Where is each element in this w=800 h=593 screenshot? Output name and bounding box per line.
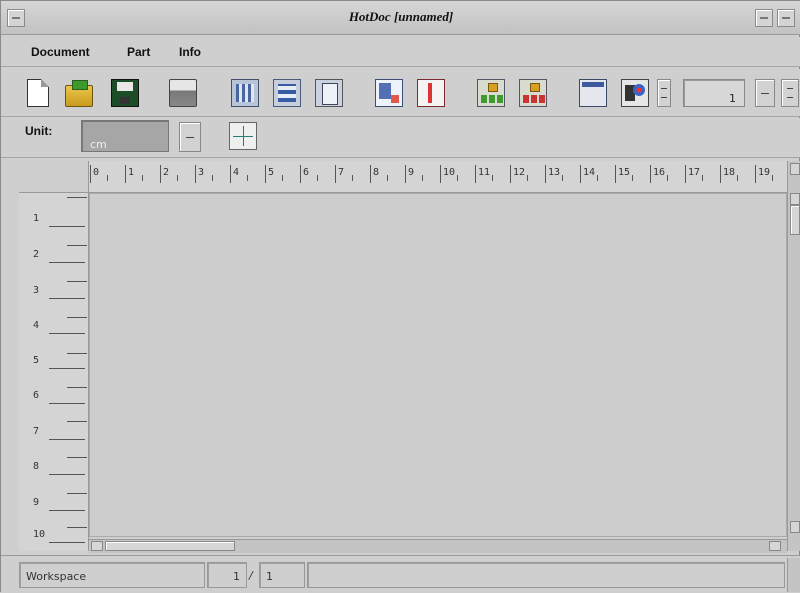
app-window: HotDoc [unnamed] Document Part Info 1 Un… — [0, 0, 800, 593]
ruler-corner — [19, 161, 89, 193]
status-page-current: 1 — [207, 562, 247, 588]
scroll-up-arrow-icon[interactable] — [790, 163, 800, 175]
ruler-tick: 8 — [369, 165, 389, 183]
unit-row: Unit: cm — [1, 118, 800, 158]
menu-document[interactable]: Document — [31, 45, 90, 59]
ruler-tick: 2 — [159, 165, 179, 183]
cut-icon[interactable] — [231, 79, 259, 107]
status-resize-grip[interactable] — [787, 558, 800, 592]
ruler-tick: 14 — [579, 165, 599, 183]
new-document-icon[interactable] — [27, 79, 49, 107]
unit-dropdown-button[interactable] — [179, 122, 201, 152]
copy-icon[interactable] — [273, 79, 301, 107]
print-icon[interactable] — [169, 79, 197, 107]
hierarchy-remove-icon[interactable] — [519, 79, 547, 107]
document-canvas[interactable] — [89, 193, 787, 537]
unit-select[interactable]: cm — [81, 120, 169, 152]
scroll-right-arrow-icon[interactable] — [769, 541, 781, 551]
menu-info[interactable]: Info — [179, 45, 201, 59]
save-disk-icon[interactable] — [111, 79, 139, 107]
toolbar: 1 — [1, 69, 800, 117]
vertical-scroll-thumb[interactable] — [790, 205, 800, 235]
menu-part[interactable]: Part — [127, 45, 150, 59]
horizontal-scrollbar[interactable] — [89, 539, 787, 553]
status-page-total: 1 — [259, 562, 305, 588]
ruler-tick: 10 — [439, 165, 459, 183]
scroll-left-arrow-icon[interactable] — [91, 541, 103, 551]
ruler-tick: 13 — [544, 165, 564, 183]
open-folder-icon[interactable] — [65, 80, 93, 107]
window-icon[interactable] — [579, 79, 607, 107]
vertical-ruler: 1 2 3 4 5 6 7 8 9 10 — [19, 193, 89, 551]
ruler-tick: 10 — [33, 529, 86, 543]
status-message — [307, 562, 785, 588]
ruler-tick: 4 — [33, 320, 86, 334]
ruler-tick: 7 — [33, 426, 86, 440]
minimize-button[interactable] — [755, 9, 773, 27]
ruler-tick: 1 — [124, 165, 144, 183]
page-number-field[interactable]: 1 — [683, 79, 745, 107]
title-bar[interactable]: HotDoc [unnamed] — [1, 1, 800, 35]
ruler-tick: 18 — [719, 165, 739, 183]
ruler-tick: 3 — [194, 165, 214, 183]
page-prev-button[interactable] — [755, 79, 775, 107]
ruler-tick: 15 — [614, 165, 634, 183]
ruler-tick: 16 — [649, 165, 669, 183]
ruler-tick: 6 — [299, 165, 319, 183]
page-next-stepper[interactable] — [781, 79, 799, 107]
window-title: HotDoc [unnamed] — [348, 9, 454, 24]
ruler-tick: 12 — [509, 165, 529, 183]
ruler-tick: 3 — [33, 285, 86, 299]
ruler-tick: 17 — [684, 165, 704, 183]
delete-part-icon[interactable] — [417, 79, 445, 107]
insert-part-icon[interactable] — [375, 79, 403, 107]
ruler-tick: 1 — [33, 213, 86, 227]
vertical-scrollbar[interactable] — [787, 161, 800, 551]
menu-bar: Document Part Info — [1, 37, 800, 67]
ruler-tick: 5 — [264, 165, 284, 183]
ruler-tick: 19 — [754, 165, 774, 183]
status-page-separator: / — [249, 569, 253, 582]
move-crosshair-icon[interactable] — [229, 122, 257, 150]
horizontal-ruler: 0 1 2 3 4 5 6 7 8 9 10 11 12 13 14 15 16… — [89, 161, 791, 193]
scroll-down-arrow-icon[interactable] — [790, 521, 800, 533]
horizontal-scroll-thumb[interactable] — [105, 541, 235, 551]
ruler-tick: 2 — [33, 249, 86, 263]
ruler-tick: 4 — [229, 165, 249, 183]
hierarchy-icon[interactable] — [477, 79, 505, 107]
unit-label: Unit: — [25, 124, 53, 138]
scroll-up-icon[interactable] — [790, 193, 800, 205]
ruler-tick: 0 — [89, 165, 109, 183]
ruler-tick: 11 — [474, 165, 494, 183]
properties-icon[interactable] — [621, 79, 649, 107]
ruler-tick: 8 — [33, 461, 86, 475]
ruler-tick: 5 — [33, 355, 86, 369]
paste-icon[interactable] — [315, 79, 343, 107]
ruler-tick: 7 — [334, 165, 354, 183]
ruler-tick: 9 — [404, 165, 424, 183]
page-stepper[interactable] — [657, 79, 671, 107]
maximize-button[interactable] — [777, 9, 795, 27]
status-workspace: Workspace — [19, 562, 205, 588]
ruler-tick: 6 — [33, 390, 86, 404]
status-bar: Workspace 1 / 1 — [1, 555, 800, 593]
ruler-tick: 9 — [33, 497, 86, 511]
